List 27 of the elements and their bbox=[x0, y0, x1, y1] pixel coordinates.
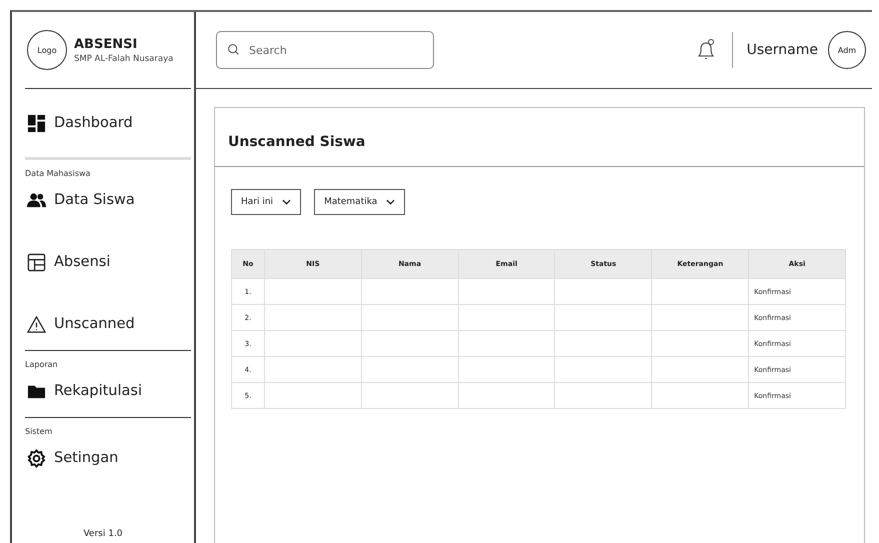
section-heading: Data Mahasiswa bbox=[25, 169, 92, 178]
caret-icon bbox=[282, 199, 292, 205]
section-heading: Laporan bbox=[25, 360, 59, 369]
avatar[interactable]: Adm bbox=[828, 31, 866, 69]
sidebar-item[interactable]: Data Siswa bbox=[27, 180, 135, 220]
people-icon bbox=[27, 190, 46, 210]
sidebar-item[interactable]: Unscanned bbox=[27, 304, 135, 344]
card-title: Unscanned Siswa bbox=[215, 108, 864, 167]
settings-icon bbox=[27, 448, 46, 468]
sidebar-item[interactable]: Setingan bbox=[27, 438, 118, 478]
filter-dropdown[interactable]: Matematika bbox=[314, 189, 406, 215]
dashboard-icon bbox=[27, 114, 46, 132]
sidebar-item[interactable]: Absensi bbox=[27, 242, 110, 282]
section-heading: Sistem bbox=[25, 427, 54, 436]
app-title: ABSENSI bbox=[74, 36, 138, 52]
caret-icon bbox=[386, 199, 396, 205]
sidebar-item[interactable]: Rekapitulasi bbox=[27, 371, 142, 411]
warning-icon bbox=[27, 314, 46, 334]
sidebar-item[interactable]: Dashboard bbox=[27, 103, 133, 143]
filter-dropdown[interactable]: Hari ini bbox=[231, 189, 302, 215]
username[interactable]: Username bbox=[746, 42, 818, 58]
table-icon bbox=[27, 252, 46, 272]
search-icon bbox=[227, 43, 240, 56]
logo: Logo bbox=[27, 30, 67, 70]
search-field[interactable]: Search bbox=[216, 31, 434, 69]
version-label: Versi 1.0 bbox=[83, 529, 123, 539]
school-name: SMP AL-Falah Nusaraya bbox=[74, 54, 174, 64]
